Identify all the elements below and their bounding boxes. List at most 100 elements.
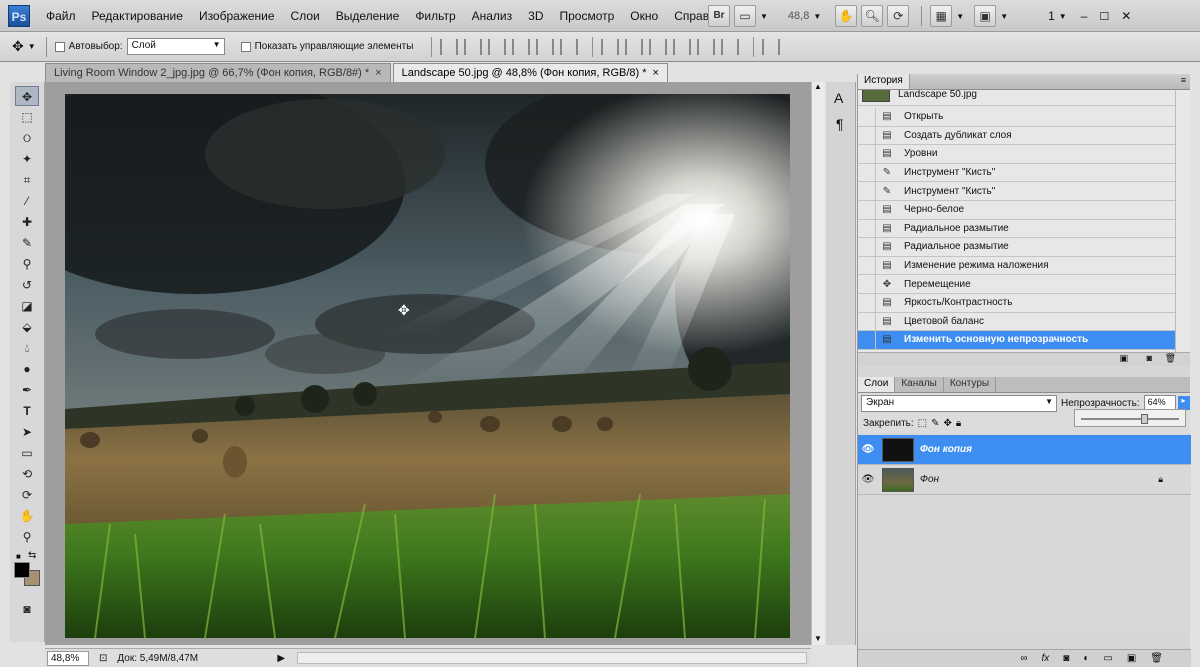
quick-mask-icon[interactable]: ◙: [15, 599, 39, 619]
default-colors-icon[interactable]: ■: [16, 552, 21, 561]
close-tab-icon[interactable]: ×: [653, 67, 659, 79]
crop-tool[interactable]: ⌗: [15, 170, 39, 190]
distribute-top-icon[interactable]: [601, 38, 620, 55]
adjustment-layer-icon[interactable]: ◐: [1083, 653, 1089, 664]
menu-view[interactable]: Просмотр: [559, 9, 614, 23]
align-bottom-icon[interactable]: [488, 38, 507, 55]
zoom-icon[interactable]: 🔍︎: [861, 5, 884, 27]
zoom-tool[interactable]: ⚲: [15, 527, 39, 547]
scroll-down-icon[interactable]: ▼: [814, 634, 822, 643]
move-tool-icon[interactable]: ✥: [12, 38, 24, 55]
move-tool[interactable]: ✥: [15, 86, 39, 106]
status-menu-icon[interactable]: ▶: [277, 653, 285, 664]
layer-style-icon[interactable]: fx: [1042, 653, 1050, 664]
maximize-icon[interactable]: ☐: [1099, 10, 1109, 23]
new-snapshot-icon[interactable]: ◙: [1147, 353, 1152, 363]
swap-colors-icon[interactable]: ⇆: [28, 550, 36, 561]
horizontal-scrollbar[interactable]: [297, 652, 807, 664]
tab-layers[interactable]: Слои: [858, 377, 896, 392]
history-scrollbar[interactable]: [1175, 90, 1189, 352]
history-source-checkbox[interactable]: [858, 238, 876, 256]
hand-tool[interactable]: ✋: [15, 506, 39, 526]
layer-mask-icon[interactable]: ◙: [1063, 653, 1069, 664]
minimize-icon[interactable]: –: [1081, 9, 1088, 23]
history-item[interactable]: ▤ Радиальное размытие: [858, 219, 1175, 239]
layer-row-background-copy[interactable]: 👁︎ Фон копия: [858, 435, 1191, 465]
distribute-hcenter-icon[interactable]: [697, 38, 716, 55]
align-left-icon[interactable]: [512, 38, 531, 55]
status-info-icon[interactable]: ⊡: [99, 653, 107, 664]
tab-history[interactable]: История: [858, 74, 910, 89]
dodge-tool[interactable]: ●: [15, 359, 39, 379]
status-zoom-field[interactable]: 48,8%: [47, 650, 89, 666]
opacity-slider[interactable]: [1074, 409, 1186, 427]
menu-file[interactable]: Файл: [46, 9, 76, 23]
menu-3d[interactable]: 3D: [528, 9, 543, 23]
zoom-level[interactable]: 48,8: [788, 10, 809, 22]
path-selection-tool[interactable]: ➤: [15, 422, 39, 442]
history-source-checkbox[interactable]: [858, 331, 876, 349]
align-vcenter-icon[interactable]: [464, 38, 483, 55]
tab-paths[interactable]: Контуры: [944, 377, 997, 392]
visibility-eye-icon[interactable]: 👁︎: [858, 444, 878, 455]
delete-layer-icon[interactable]: 🗑︎: [1150, 653, 1163, 664]
history-item[interactable]: ✎ Инструмент "Кисть": [858, 182, 1175, 201]
rotate-view-icon[interactable]: ⟳: [887, 5, 910, 27]
close-icon[interactable]: ✕: [1121, 9, 1131, 23]
align-top-icon[interactable]: [440, 38, 459, 55]
history-item[interactable]: ▤ Изменение режима наложения: [858, 256, 1175, 276]
lasso-tool[interactable]: ଠ: [15, 128, 39, 148]
paint-bucket-tool[interactable]: ⬙: [15, 317, 39, 337]
menu-analysis[interactable]: Анализ: [472, 9, 513, 23]
menu-window[interactable]: Окно: [630, 9, 658, 23]
hand-icon[interactable]: ✋: [835, 5, 858, 27]
layer-row-background[interactable]: 👁︎ Фон 🔒︎: [858, 465, 1191, 495]
history-item[interactable]: ▤ Черно-белое: [858, 201, 1175, 220]
zoom-dropdown-icon[interactable]: ▼: [813, 12, 821, 21]
menu-filter[interactable]: Фильтр: [415, 9, 455, 23]
history-item[interactable]: ▤ Яркость/Контрастность: [858, 294, 1175, 313]
character-panel-icon[interactable]: A: [834, 90, 843, 106]
screen-mode-icon[interactable]: ▣: [974, 5, 997, 27]
tab-channels[interactable]: Каналы: [895, 377, 944, 392]
eraser-tool[interactable]: ◪: [15, 296, 39, 316]
magic-wand-tool[interactable]: ✦: [15, 149, 39, 169]
show-controls-checkbox[interactable]: [240, 41, 251, 52]
clone-stamp-tool[interactable]: ⚲: [15, 254, 39, 274]
distribute-right-icon[interactable]: [721, 38, 740, 55]
history-source-checkbox[interactable]: [858, 145, 876, 163]
new-group-icon[interactable]: ▭: [1103, 653, 1112, 664]
frame-icon[interactable]: ▭: [734, 5, 756, 27]
history-source-checkbox[interactable]: [858, 163, 876, 182]
eyedropper-tool[interactable]: ⁄: [15, 191, 39, 211]
history-source-checkbox[interactable]: [858, 182, 876, 200]
auto-align-icon[interactable]: [762, 38, 781, 55]
visibility-eye-icon[interactable]: 👁︎: [858, 474, 878, 485]
history-item[interactable]: ✎ Инструмент "Кисть": [858, 163, 1175, 183]
tab-landscape[interactable]: Landscape 50.jpg @ 48,8% (Фон копия, RGB…: [392, 63, 668, 82]
tab-living-room[interactable]: Living Room Window 2_jpg.jpg @ 66,7% (Фо…: [45, 63, 391, 82]
autoselect-select[interactable]: Слой ▼: [126, 38, 225, 55]
history-item[interactable]: ▤ Создать дубликат слоя: [858, 126, 1175, 146]
menu-layers[interactable]: Слои: [291, 9, 320, 23]
brush-tool[interactable]: ✎: [15, 233, 39, 253]
history-item[interactable]: ▤ Уровни: [858, 145, 1175, 164]
history-brush-tool[interactable]: ↺: [15, 275, 39, 295]
opacity-slider-toggle[interactable]: ▸: [1177, 396, 1190, 410]
opacity-slider-thumb[interactable]: [1140, 414, 1148, 424]
distribute-bottom-icon[interactable]: [649, 38, 668, 55]
blend-mode-select[interactable]: Экран ▼: [861, 394, 1057, 412]
lock-transparency-icon[interactable]: ⬚: [918, 418, 927, 429]
history-item[interactable]: ▤ Цветовой баланс: [858, 312, 1175, 332]
paragraph-panel-icon[interactable]: ¶: [836, 116, 844, 132]
healing-brush-tool[interactable]: ✚: [15, 212, 39, 232]
bridge-button[interactable]: Br: [708, 5, 730, 27]
history-source-checkbox[interactable]: [858, 312, 876, 331]
lock-all-icon[interactable]: 🔒︎: [956, 418, 961, 429]
3d-rotate-tool[interactable]: ⟲: [15, 464, 39, 484]
lock-pixels-icon[interactable]: ✎: [931, 418, 939, 429]
history-snapshot[interactable]: Landscape 50.jpg: [858, 90, 1175, 106]
pen-tool[interactable]: ✒: [15, 380, 39, 400]
delete-state-icon[interactable]: 🗑︎: [1165, 353, 1176, 364]
history-item[interactable]: ✥ Перемещение: [858, 275, 1175, 294]
